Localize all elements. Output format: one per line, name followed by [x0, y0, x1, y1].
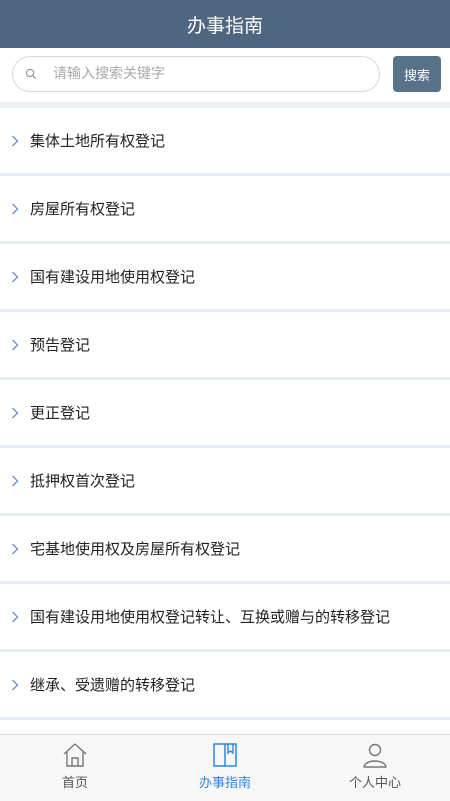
chevron-right-icon: [0, 611, 30, 623]
guide-item-label: 抵押权首次登记: [30, 472, 136, 490]
tab-home[interactable]: 首页: [0, 735, 150, 801]
chevron-right-icon: [0, 543, 30, 555]
guide-item-label: 更正登记: [30, 404, 91, 422]
guide-item-label: 宅基地使用权及房屋所有权登记: [30, 540, 241, 558]
search-icon: [25, 68, 37, 80]
guide-item[interactable]: 国有建设用地使用权登记转让、互换或赠与的转移登记: [0, 584, 450, 652]
chevron-right-icon: [0, 407, 30, 419]
chevron-right-icon: [0, 135, 30, 147]
guide-item[interactable]: 预告登记: [0, 312, 450, 380]
guide-item-label: 国有建设用地使用权登记: [30, 268, 196, 286]
guide-list: 集体土地所有权登记 房屋所有权登记 国有建设用地使用权登记 预告登记 更正登记 …: [0, 108, 450, 740]
bottom-tab-bar: 首页 办事指南 个人中心: [0, 734, 450, 801]
user-icon: [363, 743, 387, 768]
page-title: 办事指南: [186, 14, 263, 37]
guide-item-label: 集体土地所有权登记: [30, 132, 166, 150]
guide-item-label: 房屋所有权登记: [30, 200, 136, 218]
chevron-right-icon: [0, 339, 30, 351]
tab-guide[interactable]: 办事指南: [150, 735, 300, 801]
chevron-right-icon: [0, 679, 30, 691]
guide-item-label: 预告登记: [30, 336, 91, 354]
search-button[interactable]: 搜索: [393, 56, 441, 92]
search-box[interactable]: [12, 56, 380, 92]
guide-item[interactable]: 更正登记: [0, 380, 450, 448]
app-header: 办事指南: [0, 0, 450, 48]
tab-profile-label: 个人中心: [348, 776, 401, 791]
chevron-right-icon: [0, 203, 30, 215]
guide-item[interactable]: 抵押权首次登记: [0, 448, 450, 516]
tab-profile[interactable]: 个人中心: [300, 735, 450, 801]
guide-item[interactable]: 宅基地使用权及房屋所有权登记: [0, 516, 450, 584]
search-bar: 搜索: [0, 48, 450, 102]
tab-guide-label: 办事指南: [198, 776, 251, 791]
guide-item[interactable]: 房屋所有权登记: [0, 176, 450, 244]
home-icon: [63, 743, 87, 767]
guide-item[interactable]: 国有建设用地使用权登记: [0, 244, 450, 312]
guide-book-icon: [213, 743, 237, 767]
chevron-right-icon: [0, 271, 30, 283]
guide-item-label: 继承、受遗赠的转移登记: [30, 676, 196, 694]
guide-item[interactable]: 继承、受遗赠的转移登记: [0, 652, 450, 720]
chevron-right-icon: [0, 475, 30, 487]
guide-item[interactable]: 集体土地所有权登记: [0, 108, 450, 176]
guide-item-label: 国有建设用地使用权登记转让、互换或赠与的转移登记: [30, 608, 391, 626]
tab-home-label: 首页: [61, 776, 88, 791]
search-input[interactable]: [51, 65, 355, 83]
